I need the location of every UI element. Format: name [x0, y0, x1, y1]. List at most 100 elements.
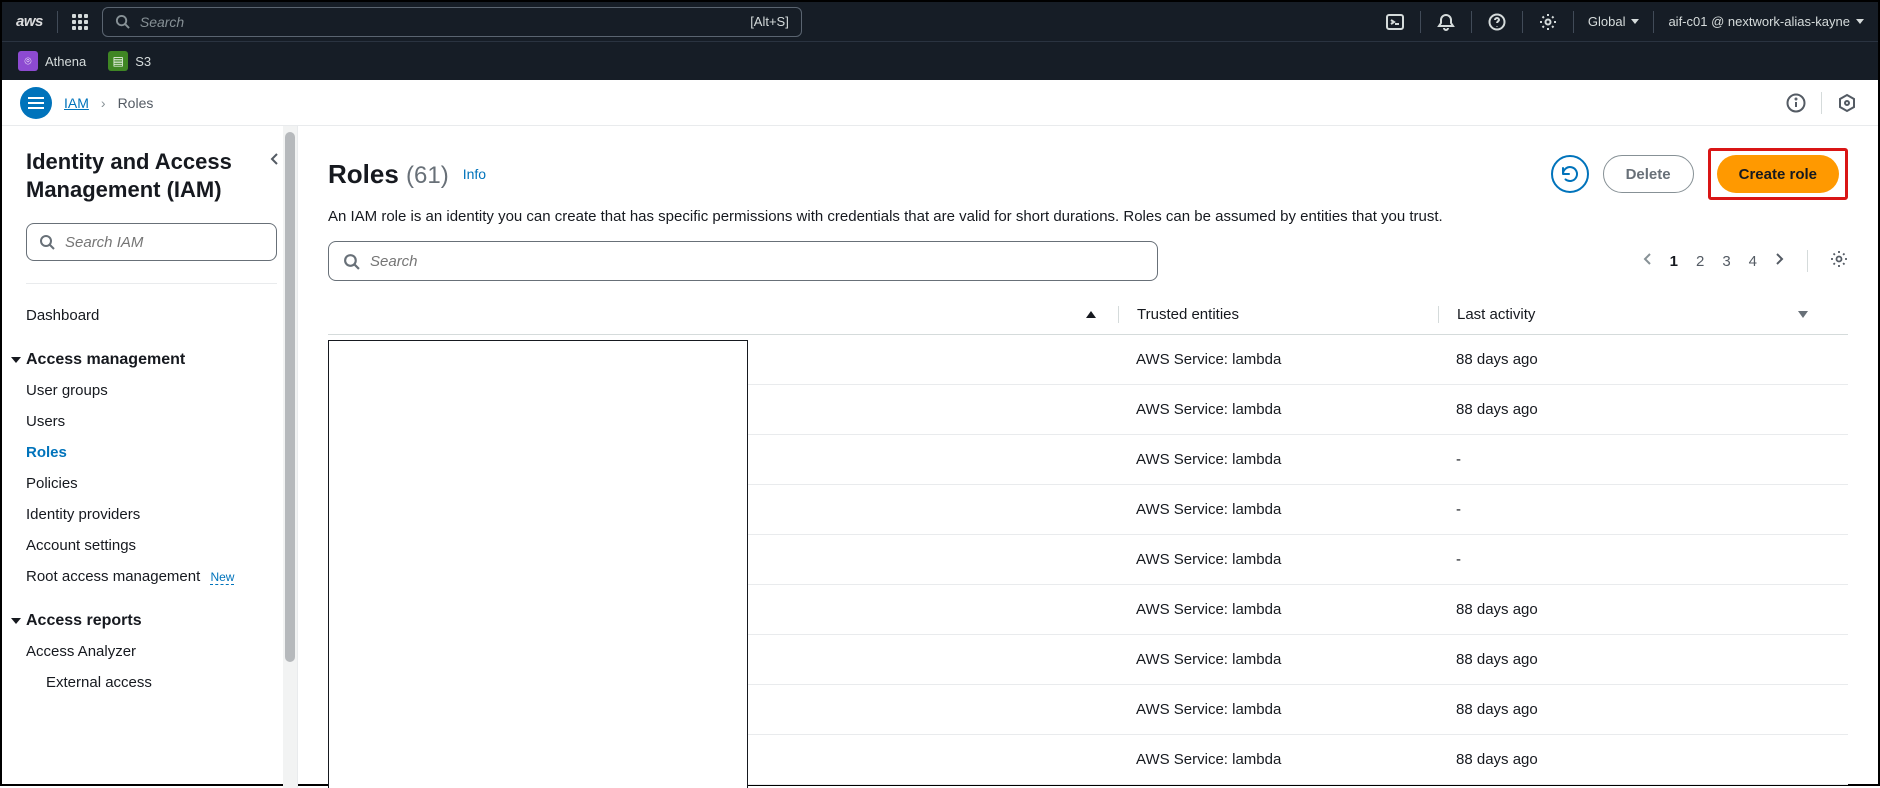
refresh-button[interactable]	[1551, 155, 1589, 193]
page-prev[interactable]	[1642, 252, 1652, 270]
cell-trusted: AWS Service: lambda	[1118, 501, 1438, 518]
cell-last: -	[1438, 451, 1818, 468]
security-icon[interactable]	[1834, 90, 1860, 116]
col-role-name[interactable]	[328, 311, 1118, 318]
cell-trusted: AWS Service: lambda	[1118, 401, 1438, 418]
cell-last: -	[1438, 551, 1818, 568]
global-search[interactable]: Search [Alt+S]	[102, 7, 802, 37]
nav-access-analyzer[interactable]: Access Analyzer	[26, 636, 277, 667]
sidebar-search[interactable]	[26, 223, 277, 261]
caret-down-icon	[1631, 19, 1639, 24]
collapse-sidebar-icon[interactable]	[269, 152, 281, 169]
new-badge: New	[210, 570, 234, 585]
pagination: 1 2 3 4	[1642, 250, 1848, 272]
nav-policies[interactable]: Policies	[26, 468, 277, 499]
help-icon[interactable]	[1486, 11, 1508, 33]
region-label: Global	[1588, 14, 1626, 29]
nav-roles[interactable]: Roles	[26, 437, 277, 468]
page-title: Roles (61)	[328, 159, 449, 190]
favorite-label: S3	[135, 54, 151, 69]
sidebar-search-input[interactable]	[65, 234, 266, 251]
nav-external-access[interactable]: External access	[26, 667, 277, 698]
col-last-activity[interactable]: Last activity	[1438, 306, 1818, 323]
breadcrumb-link[interactable]: IAM	[64, 95, 89, 111]
cell-last: 88 days ago	[1438, 701, 1818, 718]
sort-asc-icon	[1086, 311, 1096, 318]
divider	[1420, 11, 1421, 33]
nav-account-settings[interactable]: Account settings	[26, 530, 277, 561]
notifications-icon[interactable]	[1435, 11, 1457, 33]
info-icon[interactable]	[1783, 90, 1809, 116]
divider	[57, 11, 58, 33]
sidebar-title: Identity and Access Management (IAM)	[26, 148, 277, 203]
s3-icon: ▤	[108, 51, 128, 71]
nav-users[interactable]: Users	[26, 406, 277, 437]
divider	[26, 283, 277, 284]
cell-last: 88 days ago	[1438, 601, 1818, 618]
chevron-right-icon: ›	[101, 95, 106, 111]
create-role-highlight: Create role	[1708, 148, 1848, 200]
nav-identity-providers[interactable]: Identity providers	[26, 499, 277, 530]
favorite-athena[interactable]: ⌾ Athena	[12, 48, 92, 74]
page-3[interactable]: 3	[1722, 253, 1730, 270]
divider	[1821, 92, 1822, 114]
search-placeholder: Search	[140, 14, 184, 30]
table-preferences-icon[interactable]	[1830, 250, 1848, 272]
favorites-bar: ⌾ Athena ▤ S3	[2, 42, 1878, 80]
cell-last: 88 days ago	[1438, 651, 1818, 668]
col-trusted-entities[interactable]: Trusted entities	[1118, 306, 1438, 323]
hamburger-menu[interactable]	[20, 87, 52, 119]
breadcrumb-row: IAM › Roles	[2, 80, 1878, 126]
info-link[interactable]: Info	[463, 166, 486, 182]
page-1[interactable]: 1	[1670, 253, 1678, 270]
page-title-text: Roles	[328, 159, 399, 189]
page-header: Roles (61) Info Delete Create role	[328, 148, 1848, 200]
divider	[1573, 11, 1574, 33]
cell-trusted: AWS Service: lambda	[1118, 551, 1438, 568]
aws-logo[interactable]: aws	[16, 13, 43, 30]
divider	[1522, 11, 1523, 33]
region-selector[interactable]: Global	[1588, 14, 1640, 29]
page-description: An IAM role is an identity you can creat…	[328, 208, 1848, 225]
nav-user-groups[interactable]: User groups	[26, 375, 277, 406]
cell-trusted: AWS Service: lambda	[1118, 751, 1438, 768]
divider	[1807, 250, 1808, 272]
search-shortcut: [Alt+S]	[750, 14, 789, 29]
roles-table: Trusted entities Last activity AWS Servi…	[328, 295, 1848, 785]
divider	[1471, 11, 1472, 33]
table-toolbar: 1 2 3 4	[328, 241, 1848, 281]
table-search[interactable]	[328, 241, 1158, 281]
sort-icon	[1798, 311, 1808, 318]
sidebar: Identity and Access Management (IAM) Das…	[2, 126, 298, 788]
table-header: Trusted entities Last activity	[328, 295, 1848, 335]
breadcrumb-root[interactable]: IAM	[64, 95, 89, 111]
cell-trusted: AWS Service: lambda	[1118, 651, 1438, 668]
delete-button[interactable]: Delete	[1603, 155, 1694, 193]
services-menu-icon[interactable]	[72, 14, 88, 30]
create-role-button[interactable]: Create role	[1717, 155, 1839, 193]
page-4[interactable]: 4	[1749, 253, 1757, 270]
page-count: (61)	[406, 162, 449, 189]
page-2[interactable]: 2	[1696, 253, 1704, 270]
cloudshell-icon[interactable]	[1384, 11, 1406, 33]
table-search-input[interactable]	[370, 253, 1143, 270]
athena-icon: ⌾	[18, 51, 38, 71]
breadcrumb-current: Roles	[118, 95, 154, 111]
favorite-s3[interactable]: ▤ S3	[102, 48, 157, 74]
account-label: aif-c01 @ nextwork-alias-kayne	[1668, 14, 1850, 29]
nav-dashboard[interactable]: Dashboard	[26, 300, 277, 331]
cell-last: 88 days ago	[1438, 751, 1818, 768]
nav-group-access[interactable]: Access management	[26, 345, 277, 375]
content: Roles (61) Info Delete Create role An IA…	[298, 126, 1878, 788]
account-menu[interactable]: aif-c01 @ nextwork-alias-kayne	[1668, 14, 1864, 29]
nav-group-reports[interactable]: Access reports	[26, 606, 277, 636]
cell-last: -	[1438, 501, 1818, 518]
redaction-box	[328, 340, 748, 788]
cell-last: 88 days ago	[1438, 351, 1818, 368]
nav-root-access[interactable]: Root access management New	[26, 561, 277, 592]
global-nav: aws Search [Alt+S] Global aif-c01 @ next…	[2, 2, 1878, 42]
page-next[interactable]	[1775, 252, 1785, 270]
header-actions: Delete Create role	[1551, 148, 1848, 200]
settings-icon[interactable]	[1537, 11, 1559, 33]
main-layout: Identity and Access Management (IAM) Das…	[2, 126, 1878, 788]
